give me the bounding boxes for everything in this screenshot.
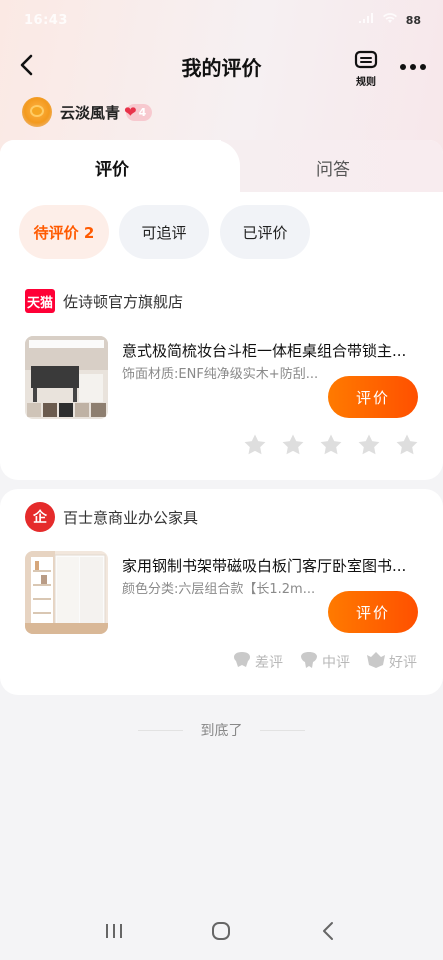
status-icons: 88 (358, 12, 421, 28)
user-name: 云淡風青 (60, 103, 121, 122)
shop-logo: 企 (25, 502, 55, 532)
product-spec: 颜色分类:六层组合款【长1.2m... (122, 582, 316, 597)
bad-review-label: 差评 (255, 655, 283, 671)
navigation-bar: 我的评价 规则 (0, 40, 443, 92)
home-button[interactable] (210, 920, 232, 946)
review-button[interactable]: 评价 (328, 376, 418, 418)
neutral-review-label: 中评 (322, 655, 350, 671)
star-icon[interactable] (243, 433, 267, 457)
quick-rating: 差评 中评 好评 (232, 651, 417, 673)
wifi-icon (382, 12, 398, 28)
battery-level: 88 (405, 13, 421, 27)
end-of-list: 到底了 (0, 720, 443, 740)
shop-name: 佐诗顿官方旗舰店 (63, 292, 184, 311)
shop-row[interactable]: 企 百士意商业办公家具 (25, 502, 198, 532)
product-title[interactable]: 意式极简梳妆台斗柜一体柜桌组合带锁主... (122, 340, 418, 361)
more-button[interactable] (397, 58, 429, 70)
system-navigation-bar (0, 905, 443, 960)
star-rating[interactable] (243, 433, 419, 457)
filter-can-append[interactable]: 可追评 (119, 205, 209, 259)
tab-review[interactable]: 评价 (95, 155, 129, 180)
avatar[interactable] (22, 97, 52, 127)
filter-reviewed[interactable]: 已评价 (220, 205, 310, 259)
user-level: 4 (138, 105, 147, 119)
review-button[interactable]: 评价 (328, 591, 418, 633)
good-review-label: 好评 (389, 655, 417, 671)
filter-pending[interactable]: 待评价 2 (19, 205, 109, 259)
product-image[interactable] (25, 336, 108, 419)
star-icon[interactable] (395, 433, 419, 457)
recent-apps-button[interactable] (103, 921, 125, 945)
bad-review-option[interactable]: 差评 (232, 651, 283, 673)
system-back-button[interactable] (318, 920, 340, 946)
star-icon[interactable] (281, 433, 305, 457)
star-icon[interactable] (357, 433, 381, 457)
rules-label: 规则 (356, 77, 376, 88)
product-title[interactable]: 家用钢制书架带磁吸白板门客厅卧室图书... (122, 555, 418, 576)
user-info: 云淡風青 ❤ 4 (22, 97, 153, 127)
bad-review-icon (232, 651, 252, 673)
neutral-review-icon (299, 651, 319, 673)
shop-row[interactable]: 天猫 佐诗顿官方旗舰店 (25, 289, 183, 313)
status-bar: 16:43 88 (0, 0, 443, 40)
signal-icon (358, 12, 374, 28)
good-review-option[interactable]: 好评 (366, 651, 417, 673)
neutral-review-option[interactable]: 中评 (299, 651, 350, 673)
status-time: 16:43 (24, 12, 68, 28)
tmall-logo: 天猫 (25, 289, 55, 313)
tab-qa[interactable]: 问答 (316, 155, 350, 180)
product-image[interactable] (25, 551, 108, 634)
star-icon[interactable] (319, 433, 343, 457)
heart-icon: ❤ (124, 102, 137, 121)
user-level-badge: ❤ 4 (124, 102, 153, 121)
rules-button[interactable]: 规则 (350, 50, 382, 88)
product-spec: 饰面材质:ENF纯净级实木+防刮... (122, 367, 319, 382)
shop-name: 百士意商业办公家具 (63, 508, 199, 527)
good-review-icon (366, 651, 386, 673)
rules-icon (354, 50, 378, 74)
